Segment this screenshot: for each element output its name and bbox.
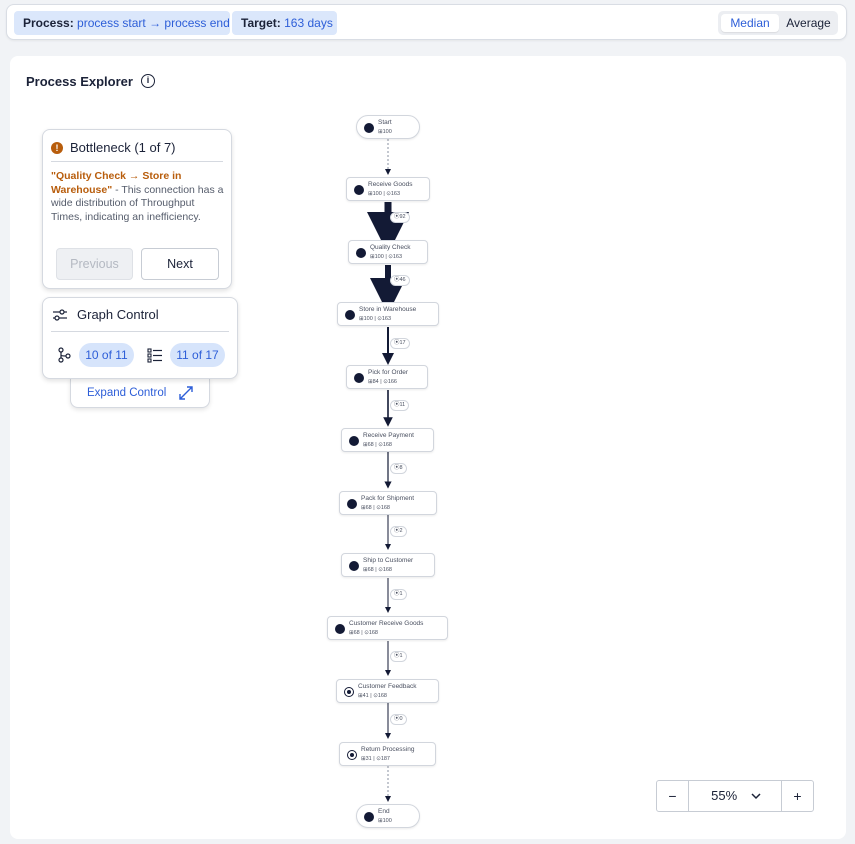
next-button[interactable]: Next	[141, 248, 219, 280]
sliders-icon	[53, 308, 67, 321]
node-meta: ⊞68 | ⊙168	[363, 442, 392, 448]
node-dot	[354, 185, 364, 195]
paths-icon	[58, 347, 71, 363]
zoom-control: − 55% +	[656, 780, 814, 812]
node-dot	[349, 561, 359, 571]
paths-count-pill[interactable]: 10 of 11	[79, 343, 134, 367]
node-label: Quality Check	[370, 244, 411, 251]
node-start-label: Start	[378, 119, 392, 126]
node-meta: ⊞31 | ⊙187	[361, 756, 390, 762]
node-start-meta: ⊞100	[378, 129, 392, 135]
node-label: Return Processing	[361, 746, 415, 753]
edge-label[interactable]: ⦿8	[390, 463, 407, 474]
zoom-out-button[interactable]: −	[657, 781, 689, 811]
previous-button[interactable]: Previous	[56, 248, 133, 280]
zoom-in-button[interactable]: +	[781, 781, 813, 811]
node-dot	[356, 248, 366, 258]
node-meta: ⊞100 | ⊙163	[368, 191, 401, 197]
node-label: Pack for Shipment	[361, 495, 415, 502]
edge-label[interactable]: ⦿92	[390, 212, 410, 223]
node-end-meta: ⊞100	[378, 818, 392, 824]
node-end-dot	[364, 812, 374, 822]
node-label: Customer Receive Goods	[349, 620, 424, 627]
activities-list-icon	[147, 348, 162, 363]
node-label: Customer Feedback	[358, 683, 417, 690]
node-dot	[345, 310, 355, 320]
node-label: Store in Warehouse	[359, 306, 417, 313]
process-graph: Start ⊞100 Receive Goods ⊞100 | ⊙163 Qua…	[0, 0, 855, 844]
zoom-level-select[interactable]: 55%	[689, 781, 783, 811]
node-start-dot	[364, 123, 374, 133]
edge-label[interactable]: ⦿11	[390, 400, 410, 411]
expand-control-label: Expand Control	[87, 387, 167, 399]
node-pick-for-order[interactable]: Pick for Order ⊞84 | ⊙166	[346, 365, 428, 389]
node-meta: ⊞68 | ⊙168	[349, 630, 378, 636]
divider	[51, 331, 229, 332]
node-meta: ⊞68 | ⊙168	[361, 505, 390, 511]
expand-control-button[interactable]: Expand Control	[70, 378, 210, 408]
node-receive-payment[interactable]: Receive Payment ⊞68 | ⊙168	[341, 428, 434, 452]
edge-label[interactable]: ⦿0	[390, 714, 407, 725]
graph-control-header: Graph Control	[52, 307, 159, 322]
node-store-in-warehouse[interactable]: Store in Warehouse ⊞100 | ⊙163	[337, 302, 439, 326]
node-pack-for-shipment[interactable]: Pack for Shipment ⊞68 | ⊙168	[339, 491, 437, 515]
bottleneck-description: "Quality Check → Store in Warehouse" - T…	[51, 170, 226, 224]
graph-control-card: Graph Control 10 of 11 11 of 17	[42, 297, 238, 379]
node-label: Ship to Customer	[363, 557, 414, 564]
node-dot	[344, 687, 354, 697]
node-label: Pick for Order	[368, 369, 409, 376]
node-dot	[347, 750, 357, 760]
node-dot	[347, 499, 357, 509]
graph-edges	[367, 139, 409, 802]
edge-label[interactable]: ⦿1	[390, 651, 407, 662]
node-end-label: End	[378, 808, 390, 815]
divider	[51, 161, 223, 162]
edge-label[interactable]: ⦿1	[390, 589, 407, 600]
warning-icon: !	[51, 141, 63, 154]
node-label: Receive Payment	[363, 432, 414, 439]
bottleneck-card: ! Bottleneck (1 of 7) "Quality Check → S…	[42, 129, 232, 289]
edge-label[interactable]: ⦿2	[390, 526, 407, 537]
activities-count-pill[interactable]: 11 of 17	[170, 343, 225, 367]
node-meta: ⊞68 | ⊙168	[363, 567, 392, 573]
node-return-processing[interactable]: Return Processing ⊞31 | ⊙187	[339, 742, 436, 766]
chevron-down-icon	[751, 793, 761, 800]
node-ship-to-customer[interactable]: Ship to Customer ⊞68 | ⊙168	[341, 553, 435, 577]
zoom-level-value: 55%	[711, 788, 738, 803]
node-customer-receive-goods[interactable]: Customer Receive Goods ⊞68 | ⊙168	[327, 616, 448, 640]
node-dot	[354, 373, 364, 383]
node-label: Receive Goods	[368, 181, 413, 188]
node-customer-feedback[interactable]: Customer Feedback ⊞41 | ⊙168	[336, 679, 439, 703]
expand-arrows-icon	[179, 386, 193, 400]
node-dot	[335, 624, 345, 634]
node-meta: ⊞41 | ⊙168	[358, 693, 387, 699]
graph-control-title: Graph Control	[77, 307, 159, 322]
edge-label[interactable]: ⦿46	[390, 275, 410, 286]
node-receive-goods[interactable]: Receive Goods ⊞100 | ⊙163	[346, 177, 430, 201]
node-meta: ⊞100 | ⊙163	[370, 254, 403, 260]
bottleneck-title: Bottleneck (1 of 7)	[70, 140, 176, 155]
node-meta: ⊞84 | ⊙166	[368, 379, 397, 385]
node-meta: ⊞100 | ⊙163	[359, 316, 392, 322]
node-dot	[349, 436, 359, 446]
node-start[interactable]: Start ⊞100	[356, 115, 420, 139]
bottleneck-header: ! Bottleneck (1 of 7)	[51, 140, 176, 155]
node-quality-check[interactable]: Quality Check ⊞100 | ⊙163	[348, 240, 428, 264]
edge-label[interactable]: ⦿17	[390, 338, 410, 349]
node-end[interactable]: End ⊞100	[356, 804, 420, 828]
